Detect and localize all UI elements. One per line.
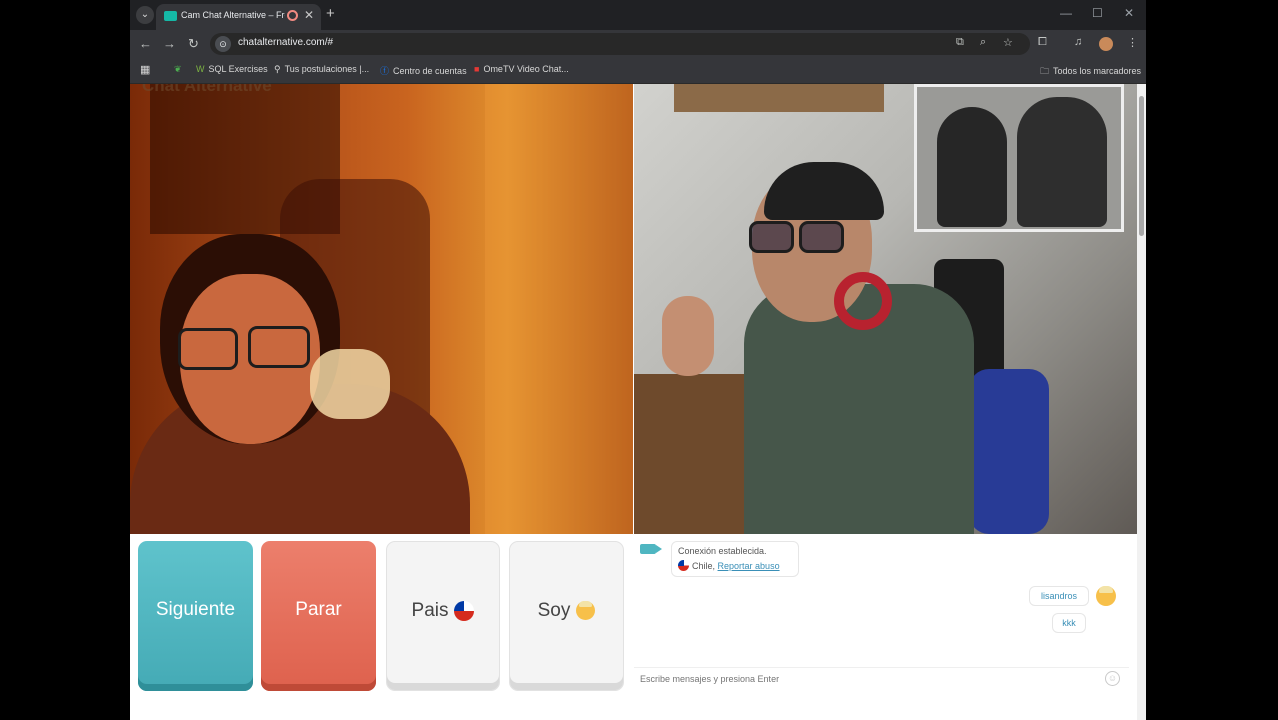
video-camera-icon [640, 544, 662, 554]
bookmark-centro-cuentas[interactable]: ⓕ Centro de cuentas [380, 64, 467, 77]
user-avatar-icon [1096, 586, 1116, 606]
stop-button[interactable]: Parar [261, 541, 376, 691]
cat-right-shape [1017, 97, 1107, 227]
glasses-left-lens [749, 221, 794, 253]
stop-button-label: Parar [295, 599, 342, 620]
url-text: chatalternative.com/# [238, 37, 334, 48]
maximize-icon[interactable]: ☐ [1092, 6, 1103, 20]
headphones-shape [834, 272, 892, 330]
bookmark-sql-exercises[interactable]: W SQL Exercises [196, 64, 268, 74]
forward-icon[interactable]: → [163, 36, 176, 51]
country-selector-button[interactable]: Pais [386, 541, 500, 691]
stranger-country: Chile, [692, 561, 716, 571]
connection-status: Conexión establecida. [678, 546, 767, 556]
wall-shelf-shape [674, 84, 884, 112]
bookmark-leaf-icon[interactable]: ❦ [174, 64, 182, 75]
chat-panel: Conexión establecida. Chile, Reportar ab… [634, 534, 1137, 720]
all-bookmarks-label: Todos los marcadores [1053, 66, 1142, 76]
site-logo[interactable]: Chat Alternative [142, 84, 272, 96]
tab-active[interactable]: Cam Chat Alternative – Fre ✕ [156, 4, 321, 30]
country-label: Pais [411, 600, 449, 621]
all-bookmarks[interactable]: 🗀 Todos los marcadores [1040, 64, 1141, 80]
next-button[interactable]: Siguiente [138, 541, 253, 691]
extensions-icon[interactable]: ⧠ [1038, 36, 1047, 49]
chile-flag-icon [454, 600, 475, 621]
curtain-shape [485, 84, 633, 534]
reload-icon[interactable]: ↻ [188, 36, 199, 52]
address-bar[interactable]: ⊙ chatalternative.com/# [210, 33, 1030, 55]
next-button-label: Siguiente [155, 599, 236, 620]
tab-search-icon[interactable]: ⌄ [136, 6, 154, 24]
tab-bar: ⌄ Cam Chat Alternative – Fre ✕ + — ☐ ✕ [130, 0, 1146, 30]
scrollbar-thumb[interactable] [1139, 96, 1144, 236]
cat-poster-shape [914, 84, 1124, 232]
media-icon[interactable]: ♫ [1074, 36, 1082, 48]
browser-window: ⌄ Cam Chat Alternative – Fre ✕ + — ☐ ✕ ←… [130, 0, 1146, 720]
bookmark-label: OmeTV Video Chat... [483, 64, 569, 74]
menu-kebab-icon[interactable]: ⋮ [1127, 36, 1138, 49]
camera-favicon-icon [164, 11, 177, 21]
chat-message-input[interactable] [634, 667, 1129, 689]
glasses-right-lens [799, 221, 844, 253]
bookmark-postulaciones[interactable]: ⚲ Tus postulaciones |... [274, 64, 369, 75]
new-tab-button[interactable]: + [326, 5, 335, 22]
emoji-picker-icon[interactable]: ☺ [1105, 671, 1120, 686]
local-video: Chat Alternative [130, 84, 633, 534]
apps-grid-icon[interactable]: ▦ [140, 63, 150, 76]
chile-flag-icon [678, 560, 689, 571]
system-message: Conexión establecida. Chile, Reportar ab… [671, 541, 799, 577]
system-country-line: Chile, Reportar abuso [678, 560, 792, 571]
zoom-icon[interactable]: ⌕ [980, 36, 986, 49]
remote-video [634, 84, 1137, 534]
recording-icon [287, 10, 298, 21]
bookmarks-bar: ▦ ❦ W SQL Exercises ⚲ Tus postulaciones |.… [130, 58, 1146, 84]
site-info-icon[interactable]: ⊙ [215, 36, 231, 52]
cat-left-shape [937, 107, 1007, 227]
bookmark-label: Centro de cuentas [393, 66, 467, 76]
gender-label: Soy [537, 600, 571, 621]
raised-hand-shape [662, 296, 714, 376]
window-close-icon[interactable]: ✕ [1124, 6, 1134, 20]
tab-title: Cam Chat Alternative – Fre [181, 10, 285, 20]
man-face-icon [576, 601, 596, 621]
blue-chair-shape [969, 369, 1049, 534]
glasses-left-lens [178, 328, 238, 370]
chat-message-own: kkk [1052, 613, 1086, 633]
bookmark-label: SQL Exercises [208, 64, 268, 74]
profile-avatar-icon[interactable] [1099, 37, 1113, 51]
chat-message-own: lisandros [1029, 586, 1089, 606]
gender-selector-button[interactable]: Soy [509, 541, 624, 691]
back-icon[interactable]: ← [139, 36, 152, 51]
bookmark-label: Tus postulaciones |... [284, 64, 370, 74]
cap-shape [764, 162, 884, 220]
tab-close-icon[interactable]: ✕ [304, 8, 314, 22]
bookmark-star-icon[interactable]: ☆ [1003, 36, 1013, 49]
report-abuse-link[interactable]: Reportar abuso [718, 561, 780, 571]
glasses-right-lens [248, 326, 310, 368]
bookmark-ometv[interactable]: ■ OmeTV Video Chat... [474, 64, 569, 74]
minimize-icon[interactable]: — [1060, 6, 1072, 20]
hood-lining-shape [310, 349, 390, 419]
page-content: Chat Alternative Siguiente Parar Pais So… [130, 84, 1146, 720]
install-app-icon[interactable]: ⧉ [956, 36, 964, 49]
browser-toolbar: ← → ↻ ⊙ chatalternative.com/# ⧉ ⌕ ☆ ⧠ ♫ … [130, 30, 1146, 58]
page-scrollbar[interactable] [1137, 84, 1146, 720]
